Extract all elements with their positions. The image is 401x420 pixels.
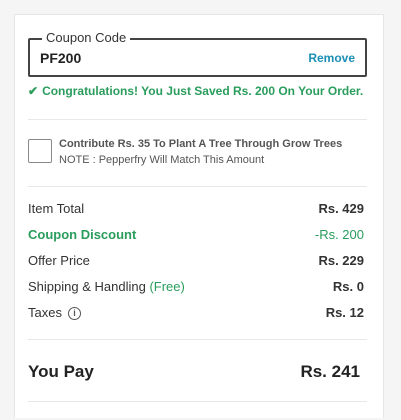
you-pay-row: You Pay Rs. 241 [28, 360, 360, 384]
offer-price-value: Rs. 229 [318, 253, 364, 268]
coupon-discount-row: Coupon Discount -Rs. 200 [28, 226, 364, 244]
divider [28, 401, 367, 402]
shipping-label: Shipping & Handling [28, 279, 146, 294]
coupon-success-message: ✔ Congratulations! You Just Saved Rs. 200… [28, 84, 363, 98]
plant-tree-checkbox[interactable] [28, 139, 52, 163]
taxes-value: Rs. 12 [325, 305, 364, 320]
taxes-label-group: Taxes i [28, 304, 81, 322]
divider [28, 119, 367, 120]
coupon-success-text: Congratulations! You Just Saved Rs. 200 … [42, 84, 364, 98]
shipping-value: Rs. 0 [332, 279, 364, 294]
divider [28, 339, 367, 340]
shipping-free-badge: (Free) [149, 279, 185, 294]
coupon-code-field[interactable]: Coupon Code PF200 Remove [28, 30, 367, 77]
order-summary-panel: Coupon Code PF200 Remove ✔ Congratulation… [14, 14, 384, 418]
shipping-row: Shipping & Handling (Free) Rs. 0 [28, 278, 364, 296]
check-icon: ✔ [28, 84, 39, 98]
taxes-row: Taxes i Rs. 12 [28, 304, 364, 322]
taxes-label: Taxes [28, 305, 62, 320]
info-icon[interactable]: i [67, 307, 81, 321]
item-total-label: Item Total [28, 201, 85, 216]
you-pay-value: Rs. 241 [300, 362, 360, 381]
plant-tree-title: Contribute Rs. 35 To Plant A Tree Throug… [59, 138, 343, 150]
divider [28, 186, 367, 187]
offer-price-label: Offer Price [28, 253, 90, 268]
remove-coupon-button[interactable]: Remove [308, 51, 355, 65]
coupon-code-value[interactable]: PF200 [40, 50, 81, 66]
coupon-discount-label: Coupon Discount [28, 227, 137, 242]
coupon-code-label: Coupon Code [42, 30, 131, 46]
item-total-row: Item Total Rs. 429 [28, 200, 364, 218]
plant-tree-note: NOTE : Pepperfry Will Match This Amount [59, 154, 265, 166]
coupon-discount-value: -Rs. 200 [314, 227, 364, 242]
you-pay-label: You Pay [28, 362, 94, 381]
item-total-value: Rs. 429 [318, 201, 364, 216]
offer-price-row: Offer Price Rs. 229 [28, 252, 364, 270]
shipping-label-group: Shipping & Handling (Free) [28, 278, 185, 296]
